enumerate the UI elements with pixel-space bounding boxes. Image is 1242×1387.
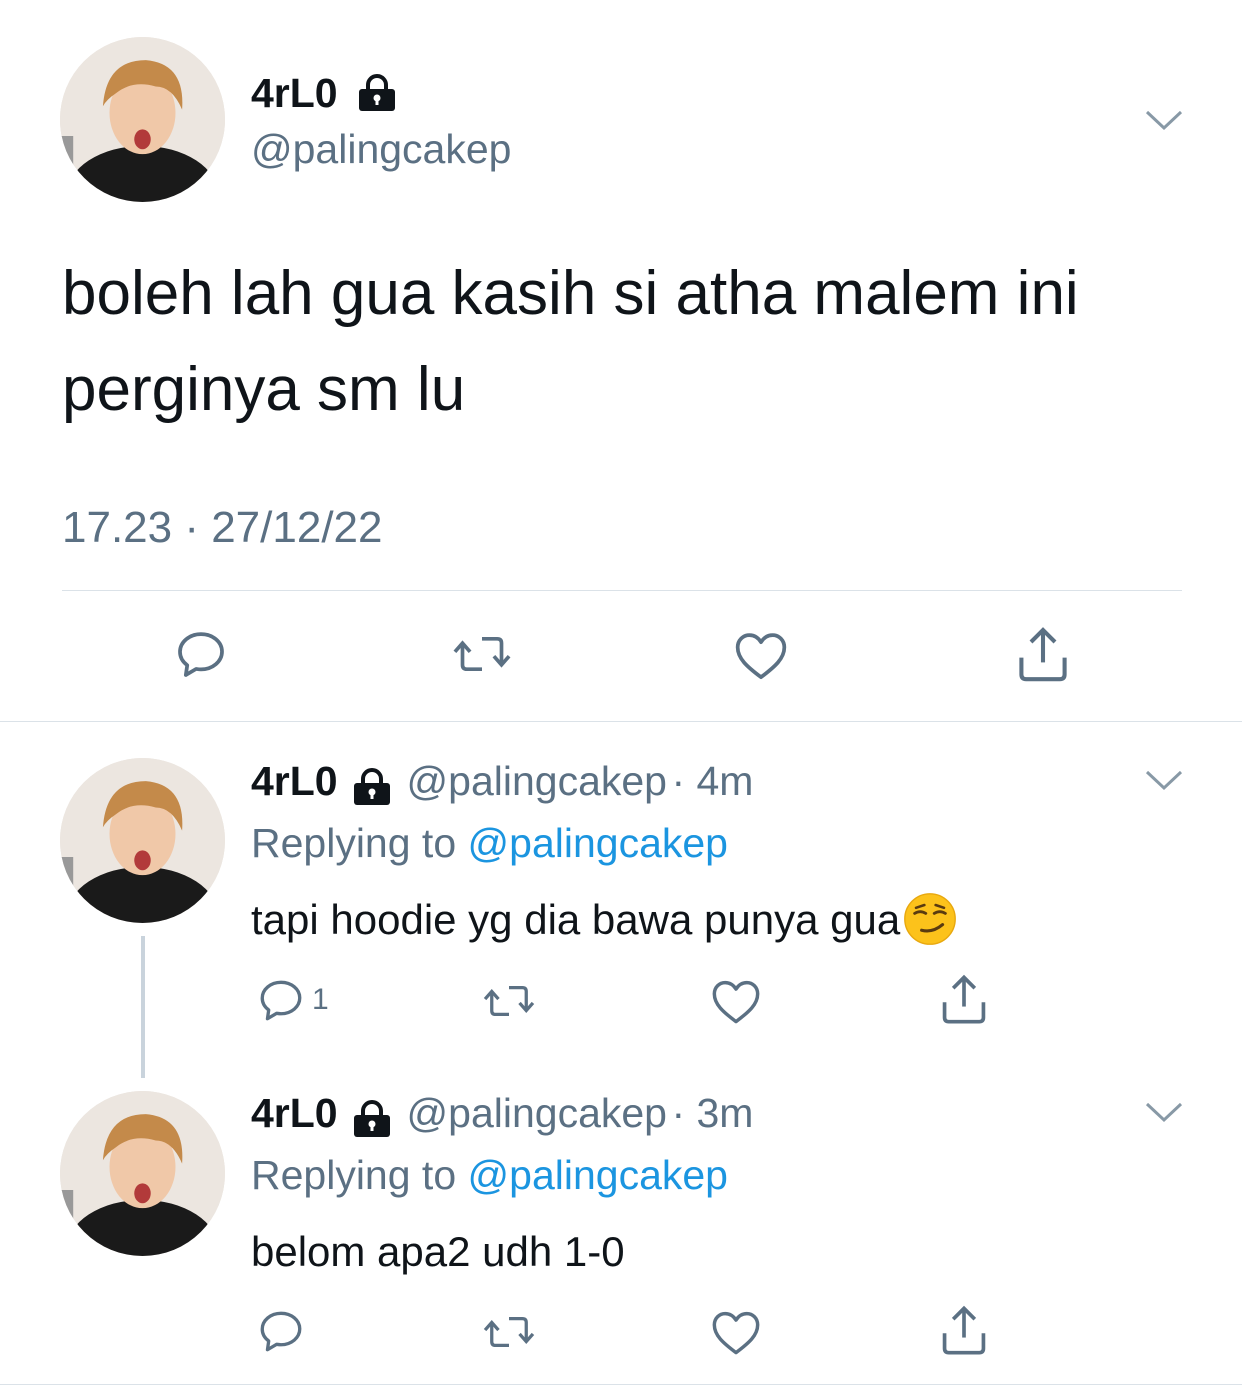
like-button[interactable] bbox=[710, 976, 762, 1026]
lock-icon bbox=[359, 74, 396, 112]
share-icon bbox=[1019, 627, 1067, 682]
replying-to: Replying to @palingcakep bbox=[251, 1152, 728, 1199]
avatar[interactable] bbox=[60, 1091, 225, 1256]
replying-to-mention[interactable]: @palingcakep bbox=[468, 820, 728, 866]
like-icon bbox=[712, 1311, 760, 1355]
retweet-icon bbox=[453, 636, 511, 672]
tweet-text-line1: boleh lah gua kasih si atha malem ini bbox=[62, 259, 1079, 328]
avatar[interactable] bbox=[60, 758, 225, 923]
relative-time[interactable]: · 4m bbox=[671, 758, 753, 804]
like-button[interactable] bbox=[710, 1307, 762, 1357]
reply-icon bbox=[260, 980, 302, 1021]
display-name[interactable]: 4rL0 bbox=[251, 70, 338, 116]
display-name[interactable]: 4rL0 bbox=[251, 758, 338, 804]
reply-text: belom apa2 udh 1-0 bbox=[251, 1228, 625, 1275]
handle[interactable]: @palingcakep bbox=[407, 758, 667, 804]
retweet-button[interactable] bbox=[451, 628, 513, 680]
retweet-icon bbox=[483, 1316, 535, 1348]
reply-text: tapi hoodie yg dia bawa punya gua bbox=[251, 893, 958, 947]
reply-button[interactable] bbox=[256, 1306, 306, 1356]
chevron-down-icon[interactable] bbox=[1144, 768, 1184, 792]
retweet-icon bbox=[483, 985, 535, 1017]
avatar-image bbox=[60, 1091, 225, 1256]
like-button[interactable] bbox=[733, 628, 789, 682]
handle[interactable]: @palingcakep bbox=[251, 126, 511, 173]
share-button[interactable] bbox=[1014, 624, 1072, 684]
thread-line bbox=[141, 936, 145, 1078]
share-button[interactable] bbox=[938, 1303, 990, 1357]
retweet-button[interactable] bbox=[481, 1309, 537, 1355]
share-icon bbox=[942, 974, 986, 1024]
reply-icon bbox=[178, 632, 224, 677]
avatar-image bbox=[60, 37, 225, 202]
replying-to-mention[interactable]: @palingcakep bbox=[468, 1152, 728, 1198]
share-button[interactable] bbox=[938, 972, 990, 1026]
display-name[interactable]: 4rL0 bbox=[251, 1090, 338, 1136]
replying-to-label: Replying to bbox=[251, 1152, 468, 1198]
divider bbox=[0, 1384, 1242, 1385]
lock-icon bbox=[354, 767, 391, 805]
like-icon bbox=[735, 633, 787, 680]
reply-button[interactable]: 1 bbox=[256, 975, 329, 1025]
handle[interactable]: @palingcakep bbox=[407, 1090, 667, 1136]
reply-text-content: tapi hoodie yg dia bawa punya gua bbox=[251, 896, 901, 943]
relative-time[interactable]: · 3m bbox=[671, 1090, 753, 1136]
divider bbox=[0, 721, 1242, 722]
reply-count: 1 bbox=[312, 983, 329, 1016]
avatar-image bbox=[60, 758, 225, 923]
chevron-down-icon[interactable] bbox=[1144, 108, 1184, 132]
timestamp[interactable]: 17.23 · 27/12/22 bbox=[62, 503, 382, 553]
replying-to-label: Replying to bbox=[251, 820, 468, 866]
avatar[interactable] bbox=[60, 37, 225, 202]
smirking-face-emoji bbox=[904, 893, 957, 945]
share-icon bbox=[942, 1305, 986, 1355]
like-icon bbox=[712, 980, 760, 1024]
chevron-down-icon[interactable] bbox=[1144, 1100, 1184, 1124]
retweet-button[interactable] bbox=[481, 978, 537, 1024]
lock-icon bbox=[354, 1099, 391, 1137]
tweet-text-line2: perginya sm lu bbox=[62, 355, 466, 424]
divider bbox=[62, 590, 1182, 591]
replying-to: Replying to @palingcakep bbox=[251, 820, 728, 867]
reply-icon bbox=[260, 1311, 302, 1352]
reply-button[interactable] bbox=[173, 626, 229, 682]
